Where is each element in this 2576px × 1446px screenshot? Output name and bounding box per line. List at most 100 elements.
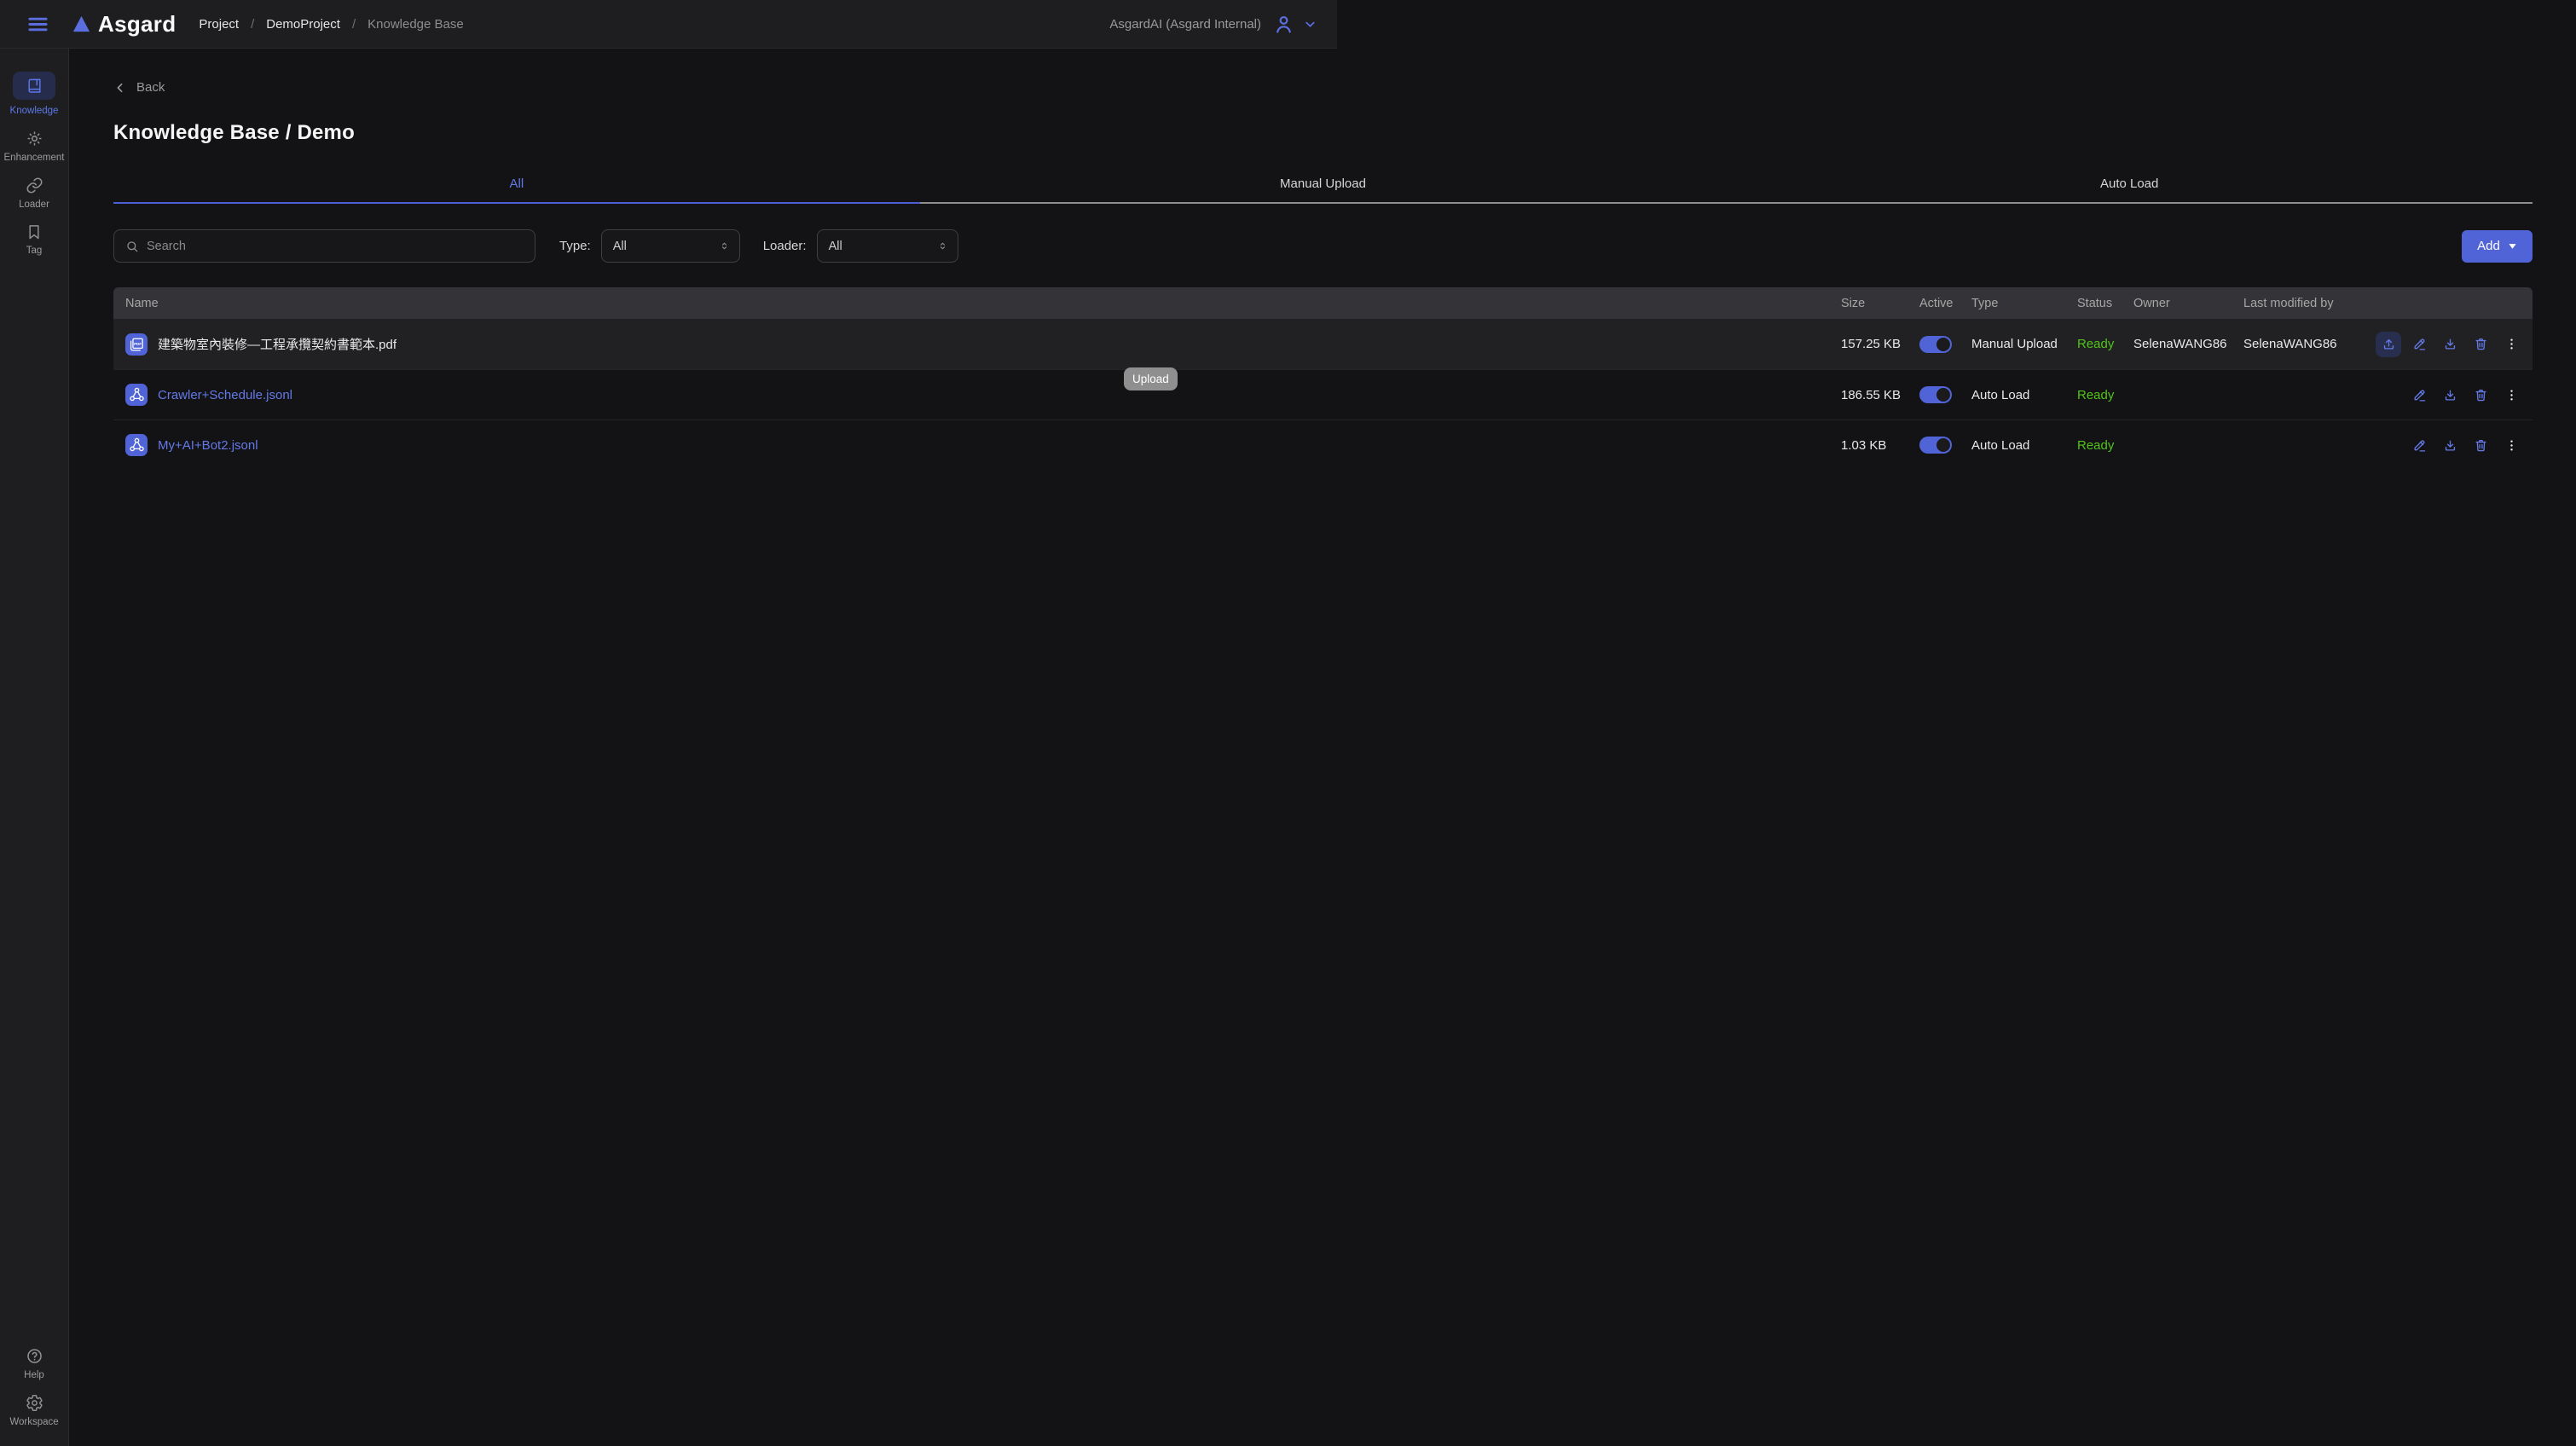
type-filter-value: All xyxy=(613,240,627,253)
search-box[interactable] xyxy=(113,229,535,263)
account-label: AsgardAI (Asgard Internal) xyxy=(1109,17,1261,32)
edit-icon xyxy=(2412,337,2427,351)
edit-icon xyxy=(2412,438,2427,453)
file-size: 1.03 KB xyxy=(1841,438,1919,453)
upload-icon xyxy=(2382,337,2396,351)
pdf-file-icon: PDF xyxy=(125,333,148,356)
upload-button[interactable] xyxy=(2376,332,2401,357)
last-modified-by: SelenaWANG86 xyxy=(2243,337,2365,351)
type-filter-label: Type: xyxy=(559,239,591,253)
delete-button[interactable] xyxy=(2468,382,2493,408)
table-row[interactable]: PDF 建築物室內裝修—工程承攬契約書範本.pdf 157.25 KB Manual … xyxy=(113,319,2533,369)
column-header-status: Status xyxy=(2077,297,2133,310)
download-icon xyxy=(2443,388,2457,402)
delete-button[interactable] xyxy=(2468,332,2493,357)
chevron-left-icon xyxy=(113,81,127,95)
bookmark-icon xyxy=(26,223,43,240)
sun-icon xyxy=(26,130,43,147)
sidebar-item-workspace[interactable]: Workspace xyxy=(0,1394,68,1427)
more-button[interactable] xyxy=(2498,332,2524,357)
breadcrumb-item-demoproject[interactable]: DemoProject xyxy=(266,17,340,32)
jsonl-file-icon xyxy=(125,434,148,456)
back-label: Back xyxy=(136,80,165,95)
link-icon xyxy=(26,176,43,194)
file-type: Auto Load xyxy=(1971,438,2077,453)
download-icon xyxy=(2443,337,2457,351)
tab-auto-load[interactable]: Auto Load xyxy=(1726,175,2533,204)
files-table: Name Size Active Type Status Owner Last … xyxy=(113,287,2533,470)
file-type: Auto Load xyxy=(1971,388,2077,402)
column-header-active: Active xyxy=(1919,297,1971,310)
sidebar-item-enhancement[interactable]: Enhancement xyxy=(0,130,68,163)
status-badge: Ready xyxy=(2077,337,2133,351)
brand-name: Asgard xyxy=(98,11,176,38)
tab-all[interactable]: All xyxy=(113,175,920,204)
sidebar-item-loader[interactable]: Loader xyxy=(0,176,68,210)
file-size: 186.55 KB xyxy=(1841,388,1919,402)
kebab-menu-icon xyxy=(2504,388,2519,402)
trash-icon xyxy=(2474,388,2488,402)
table-rows: PDF 建築物室內裝修—工程承攬契約書範本.pdf 157.25 KB Manual … xyxy=(113,319,2533,470)
table-row[interactable]: Crawler+Schedule.jsonl 186.55 KB Auto Load… xyxy=(113,369,2533,419)
search-icon xyxy=(125,240,139,253)
page-title: Knowledge Base / Demo xyxy=(113,121,2533,145)
download-button[interactable] xyxy=(2437,432,2463,458)
table-row[interactable]: My+AI+Bot2.jsonl 1.03 KB Auto LoadReady xyxy=(113,419,2533,470)
loader-filter-value: All xyxy=(829,240,842,253)
download-button[interactable] xyxy=(2437,382,2463,408)
delete-button[interactable] xyxy=(2468,432,2493,458)
loader-filter-select[interactable]: All xyxy=(817,229,958,263)
column-header-type: Type xyxy=(1971,297,2077,310)
svg-text:PDF: PDF xyxy=(134,341,142,345)
tab-manual-upload[interactable]: Manual Upload xyxy=(920,175,1727,204)
active-toggle[interactable] xyxy=(1919,386,1952,403)
breadcrumb: Project / DemoProject / Knowledge Base xyxy=(199,17,463,32)
select-updown-icon xyxy=(937,240,948,252)
file-type: Manual Upload xyxy=(1971,337,2077,351)
add-button[interactable]: Add xyxy=(2462,230,2533,263)
sidebar-item-tag[interactable]: Tag xyxy=(0,223,68,256)
search-input[interactable] xyxy=(147,240,524,253)
download-button[interactable] xyxy=(2437,332,2463,357)
kebab-menu-icon xyxy=(2504,337,2519,351)
breadcrumb-separator: / xyxy=(352,17,356,32)
top-bar: Asgard Project / DemoProject / Knowledge… xyxy=(0,0,1337,49)
jsonl-file-icon xyxy=(125,384,148,406)
account-chevron-down-icon[interactable] xyxy=(1303,17,1317,32)
sidebar-item-label: Help xyxy=(24,1370,44,1380)
user-icon[interactable] xyxy=(1273,14,1294,35)
file-size: 157.25 KB xyxy=(1841,337,1919,351)
edit-button[interactable] xyxy=(2406,432,2432,458)
caret-down-icon xyxy=(2508,242,2517,250)
help-circle-icon xyxy=(26,1347,43,1365)
sidebar-item-label: Enhancement xyxy=(4,153,65,163)
breadcrumb-item-project[interactable]: Project xyxy=(199,17,239,32)
edit-button[interactable] xyxy=(2406,382,2432,408)
hamburger-menu-icon[interactable] xyxy=(26,12,49,36)
file-name[interactable]: My+AI+Bot2.jsonl xyxy=(158,438,258,453)
status-badge: Ready xyxy=(2077,438,2133,453)
loader-filter-label: Loader: xyxy=(763,239,807,253)
more-button[interactable] xyxy=(2498,432,2524,458)
file-name[interactable]: Crawler+Schedule.jsonl xyxy=(158,388,292,402)
sidebar-item-label: Loader xyxy=(19,200,49,210)
edit-icon xyxy=(2412,388,2427,402)
brand-logo-icon xyxy=(72,14,90,34)
select-updown-icon xyxy=(719,240,730,252)
file-name: 建築物室內裝修—工程承攬契約書範本.pdf xyxy=(158,335,397,353)
download-icon xyxy=(2443,438,2457,453)
sidebar-item-label: Workspace xyxy=(9,1417,58,1427)
more-button[interactable] xyxy=(2498,382,2524,408)
active-toggle[interactable] xyxy=(1919,336,1952,353)
sidebar-item-label: Tag xyxy=(26,246,43,256)
sidebar-item-knowledge[interactable]: Knowledge xyxy=(0,72,68,116)
active-toggle[interactable] xyxy=(1919,437,1952,454)
sidebar-item-help[interactable]: Help xyxy=(0,1347,68,1380)
edit-button[interactable] xyxy=(2406,332,2432,357)
column-header-owner: Owner xyxy=(2133,297,2243,310)
sidebar: Knowledge Enhancement Loader Tag Help W xyxy=(0,49,69,1446)
back-button[interactable]: Back xyxy=(113,80,165,95)
type-filter-select[interactable]: All xyxy=(601,229,740,263)
add-button-label: Add xyxy=(2477,239,2500,253)
brand[interactable]: Asgard xyxy=(72,11,176,38)
